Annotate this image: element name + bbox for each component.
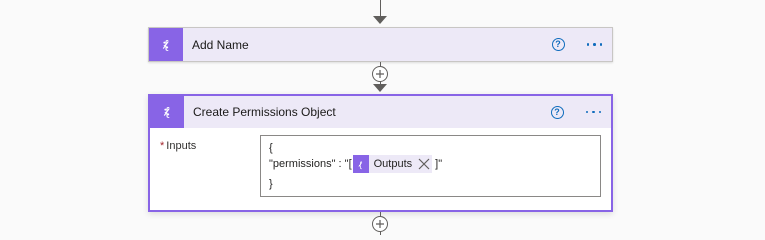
question-circle-icon[interactable]: ? xyxy=(551,38,565,51)
arrow-down-icon xyxy=(373,84,387,92)
question-circle-icon[interactable]: ? xyxy=(550,105,564,119)
arrow-down-icon xyxy=(373,16,387,24)
close-icon[interactable] xyxy=(416,156,432,172)
action-title: Add Name xyxy=(192,37,249,52)
variable-braces-icon: { xyxy=(149,28,183,61)
action-title: Create Permissions Object xyxy=(193,105,336,119)
action-card-header[interactable]: { Create Permissions Object ? xyxy=(150,96,611,128)
input-text-suffix: ]" xyxy=(435,158,443,170)
plus-circle-icon[interactable] xyxy=(372,216,388,232)
action-card-header[interactable]: { Add Name ? xyxy=(149,28,612,61)
variable-braces-icon: { xyxy=(352,155,369,173)
inputs-field[interactable]: { "permissions" : "[ { Outputs ]"} xyxy=(260,135,601,197)
dynamic-content-token-outputs[interactable]: { Outputs xyxy=(352,155,433,173)
action-card-create-permissions-object[interactable]: { Create Permissions Object ? * Inputs { … xyxy=(148,94,613,212)
input-line-1: { xyxy=(269,142,273,154)
action-card-add-name[interactable]: { Add Name ? xyxy=(148,27,613,62)
inputs-label: * Inputs xyxy=(160,140,196,152)
ellipsis-icon[interactable] xyxy=(585,110,601,114)
input-line-3: } xyxy=(269,178,273,190)
inputs-label-text: Inputs xyxy=(166,140,197,152)
flow-canvas: { Add Name ? {Create Permissions Object… xyxy=(0,0,765,235)
ellipsis-icon[interactable] xyxy=(586,43,602,46)
input-line-2: "permissions" : "[ { Outputs ]" xyxy=(269,154,600,174)
token-label: Outputs xyxy=(373,158,413,170)
plus-circle-icon[interactable] xyxy=(372,66,388,82)
input-text-prefix: "permissions" : "[ xyxy=(269,158,352,170)
required-marker: * xyxy=(160,140,165,152)
variable-braces-icon: { xyxy=(150,96,184,128)
